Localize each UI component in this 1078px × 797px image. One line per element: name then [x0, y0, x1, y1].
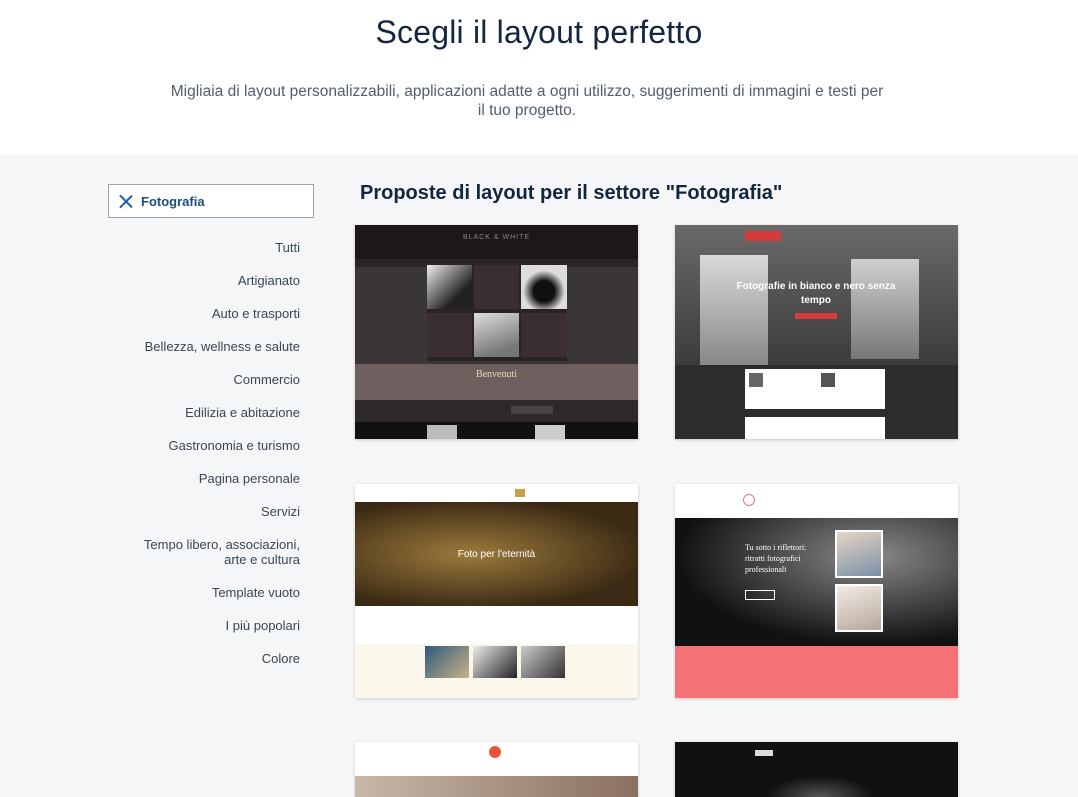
template-gallery — [355, 644, 638, 698]
active-filter-label: Fotografia — [141, 193, 205, 209]
template-photo — [425, 646, 469, 678]
template-card-black-white[interactable]: BLACK & WHITE Benvenuti — [355, 225, 638, 439]
template-photo-strip — [355, 422, 638, 439]
category-label-line2: arte e cultura — [224, 552, 300, 567]
template-button — [795, 313, 837, 319]
active-filter-chip[interactable]: Fotografia — [108, 184, 314, 218]
template-logo — [515, 489, 525, 497]
template-card-fotofocus[interactable] — [355, 742, 638, 797]
template-intro — [355, 606, 638, 644]
template-card-riflettori[interactable]: Tu sotto i riflettori: ritratti fotograf… — [675, 484, 958, 698]
template-text-block — [521, 313, 567, 357]
template-banner: Benvenuti — [355, 364, 638, 400]
template-photo — [851, 259, 919, 359]
page-title: Scegli il layout perfetto — [375, 14, 703, 50]
template-photo — [474, 313, 519, 357]
template-footer-bar — [355, 400, 638, 422]
page-subtitle: Migliaia di layout personalizzabili, app… — [170, 83, 884, 119]
template-hero: Tu sotto i riflettori: ritratti fotograf… — [675, 518, 958, 646]
template-hero — [355, 776, 638, 797]
template-headline: Foto per l'eternità — [457, 549, 536, 560]
category-item-tutti[interactable]: Tutti — [100, 240, 300, 255]
template-card-eternita[interactable]: Foto per l'eternità — [355, 484, 638, 698]
template-text-block — [474, 265, 519, 309]
template-feature-bar — [675, 646, 958, 698]
category-item-auto[interactable]: Auto e trasporti — [100, 306, 300, 321]
template-hero — [765, 776, 875, 797]
template-logo — [755, 750, 773, 756]
template-banner-text: Benvenuti — [475, 369, 518, 380]
category-item-commercio[interactable]: Commercio — [100, 372, 300, 387]
category-item-popolari[interactable]: I più popolari — [100, 618, 300, 633]
category-item-gastronomia[interactable]: Gastronomia e turismo — [100, 438, 301, 453]
hero-section: Scegli il layout perfetto Migliaia di la… — [0, 0, 1078, 155]
template-card-dark-portrait[interactable] — [675, 742, 958, 797]
category-item-pagina-personale[interactable]: Pagina personale — [100, 471, 300, 486]
template-grid — [427, 265, 567, 361]
template-hero: Foto per l'eternità — [355, 502, 638, 606]
template-header — [355, 484, 638, 502]
template-photo — [749, 373, 763, 387]
category-item-colore[interactable]: Colore — [100, 651, 300, 666]
results-title: Proposte di layout per il settore "Fotog… — [360, 182, 783, 204]
category-item-bellezza[interactable]: Bellezza, wellness e salute — [100, 339, 300, 354]
template-hero: Fotografie in bianco e nero senza tempo — [675, 225, 958, 365]
template-logo — [743, 494, 755, 506]
template-photo — [821, 373, 835, 387]
template-photo — [535, 425, 565, 439]
template-button — [745, 590, 775, 600]
template-headline: Fotografie in bianco e nero senza tempo — [736, 281, 896, 306]
category-item-artigianato[interactable]: Artigianato — [100, 273, 300, 288]
template-photo — [427, 425, 457, 439]
category-item-template-vuoto[interactable]: Template vuoto — [100, 585, 300, 600]
template-photo — [473, 646, 517, 678]
template-photo — [427, 265, 472, 309]
category-label-line1: Tempo libero, associazioni, — [143, 537, 300, 552]
close-icon[interactable] — [119, 194, 133, 208]
template-feature-box — [745, 369, 885, 409]
template-headline: Tu sotto i riflettori: ritratti fotograf… — [745, 543, 807, 574]
category-item-tempo-libero[interactable]: Tempo libero, associazioni, arte e cultu… — [100, 537, 300, 567]
template-header: BLACK & WHITE — [355, 225, 638, 259]
category-item-edilizia[interactable]: Edilizia e abitazione — [100, 405, 300, 420]
template-logo — [745, 231, 781, 241]
template-card-bianco-nero[interactable]: Fotografie in bianco e nero senza tempo — [675, 225, 958, 439]
template-photo — [521, 646, 565, 678]
template-button — [511, 406, 553, 414]
template-photo — [835, 530, 883, 578]
template-feature-box — [745, 417, 885, 439]
template-photo — [835, 584, 883, 632]
template-header — [355, 742, 638, 776]
category-list: Tutti Artigianato Auto e trasporti Belle… — [100, 240, 300, 684]
template-logo-text: BLACK & WHITE — [462, 234, 531, 241]
template-text-block — [427, 313, 472, 357]
category-item-servizi[interactable]: Servizi — [100, 504, 300, 519]
template-photo — [700, 255, 768, 365]
template-logo — [489, 746, 501, 758]
template-content — [675, 365, 958, 439]
template-header — [675, 484, 958, 518]
template-photo — [521, 265, 567, 309]
